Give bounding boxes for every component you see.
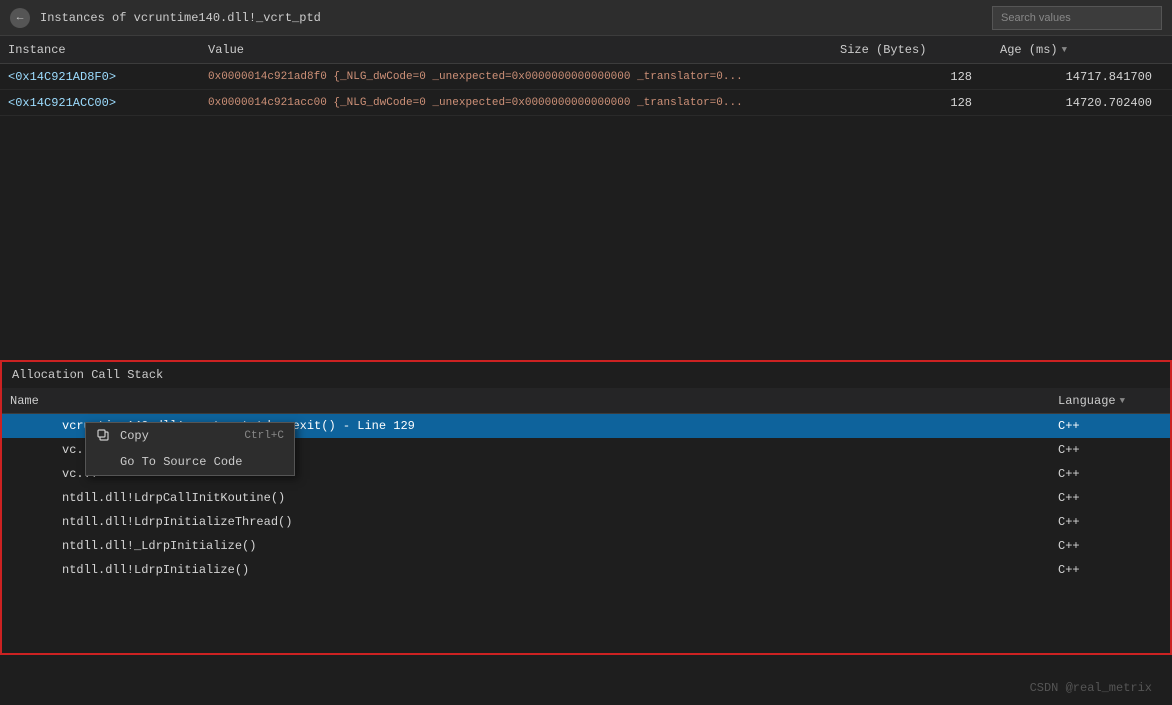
table-row[interactable]: <0x14C921ACC00> 0x0000014c921acc00 {_NLG… (0, 90, 1172, 116)
col-header-instance: Instance (0, 43, 200, 57)
context-menu: Copy Ctrl+C Go To Source Code (85, 422, 295, 476)
top-bar: ← Instances of vcruntime140.dll!_vcrt_pt… (0, 0, 1172, 36)
cell-value: 0x0000014c921acc00 {_NLG_dwCode=0 _unexp… (200, 97, 832, 109)
cs-cell-language: C++ (1050, 515, 1170, 529)
cs-cell-language: C++ (1050, 419, 1170, 433)
cs-cell-language: C++ (1050, 467, 1170, 481)
copy-label: Copy (120, 429, 236, 443)
cell-age: 14720.702400 (992, 96, 1172, 110)
cs-cell-name: ntdll.dll!LdrpInitialize() (62, 563, 1050, 577)
call-stack-row[interactable]: ntdll.dll!LdrpInitializeThread() C++ (2, 510, 1170, 534)
cs-col-header-language[interactable]: Language ▼ (1050, 394, 1170, 408)
cell-size: 128 (832, 70, 992, 84)
call-stack-row[interactable]: ntdll.dll!_LdrpInitialize() C++ (2, 534, 1170, 558)
instances-table-header: Instance Value Size (Bytes) Age (ms) ▼ (0, 36, 1172, 64)
search-input[interactable] (992, 6, 1162, 30)
cs-col-header-name: Name (2, 394, 1050, 408)
col-header-age[interactable]: Age (ms) ▼ (992, 43, 1172, 57)
window-title: Instances of vcruntime140.dll!_vcrt_ptd (40, 11, 992, 25)
watermark: CSDN @real_metrix (1030, 681, 1152, 695)
sort-icon: ▼ (1062, 45, 1067, 55)
cs-cell-language: C++ (1050, 491, 1170, 505)
cell-value: 0x0000014c921ad8f0 {_NLG_dwCode=0 _unexp… (200, 71, 832, 83)
context-menu-goto-source[interactable]: Go To Source Code (86, 449, 294, 475)
context-menu-copy[interactable]: Copy Ctrl+C (86, 423, 294, 449)
cs-cell-language: C++ (1050, 539, 1170, 553)
copy-shortcut: Ctrl+C (244, 430, 284, 442)
allocation-section-title: Allocation Call Stack (2, 362, 1170, 388)
cs-cell-name: ntdll.dll!_LdrpInitialize() (62, 539, 1050, 553)
cell-size: 128 (832, 96, 992, 110)
allocation-section: Allocation Call Stack Name Language ▼ vc… (0, 360, 1172, 655)
call-stack-row[interactable]: ntdll.dll!LdrpInitialize() C++ (2, 558, 1170, 582)
cs-cell-name: ntdll.dll!LdrpInitializeThread() (62, 515, 1050, 529)
back-button[interactable]: ← (10, 8, 30, 28)
goto-source-label: Go To Source Code (120, 455, 284, 469)
cell-age: 14717.841700 (992, 70, 1172, 84)
call-stack-row[interactable]: ntdll.dll!LdrpCallInitKoutine() C++ (2, 486, 1170, 510)
source-icon (96, 454, 112, 470)
cell-instance: <0x14C921AD8F0> (0, 70, 200, 84)
col-header-size: Size (Bytes) (832, 43, 992, 57)
sort-icon: ▼ (1120, 396, 1125, 406)
instances-section: Instance Value Size (Bytes) Age (ms) ▼ <… (0, 36, 1172, 356)
table-row[interactable]: <0x14C921AD8F0> 0x0000014c921ad8f0 {_NLG… (0, 64, 1172, 90)
copy-icon (96, 428, 112, 444)
cs-cell-name: ntdll.dll!LdrpCallInitKoutine() (62, 491, 1050, 505)
call-stack-header: Name Language ▼ (2, 388, 1170, 414)
col-header-value: Value (200, 43, 832, 57)
cell-instance: <0x14C921ACC00> (0, 96, 200, 110)
cs-cell-language: C++ (1050, 563, 1170, 577)
cs-cell-language: C++ (1050, 443, 1170, 457)
